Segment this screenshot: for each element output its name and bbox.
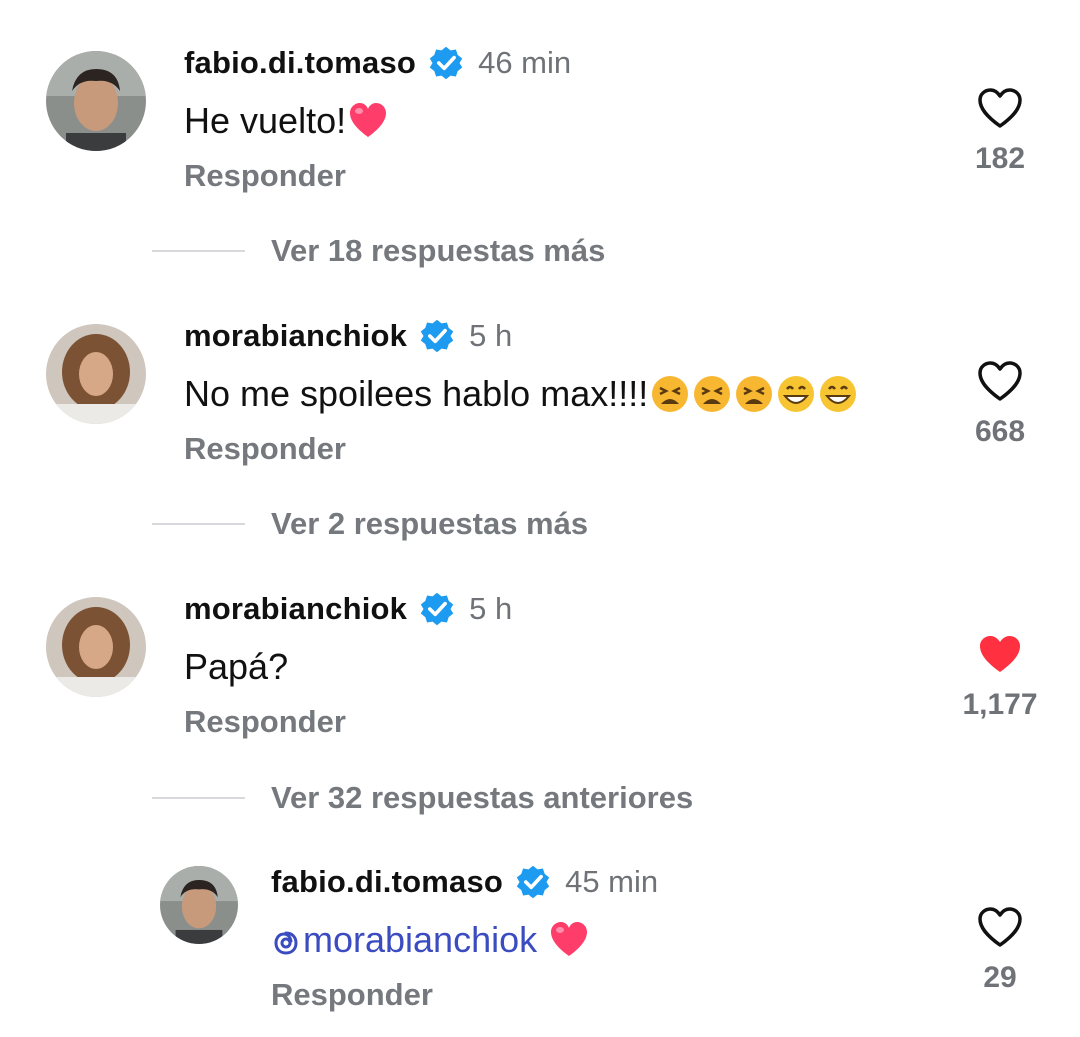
username[interactable]: morabianchiok: [184, 591, 407, 627]
comment-header: fabio.di.tomaso 45 min: [271, 862, 658, 902]
divider-line: [152, 523, 245, 525]
username[interactable]: fabio.di.tomaso: [184, 45, 416, 81]
comment-header: morabianchiok 5 h: [184, 589, 512, 629]
comment-text: Papá?: [184, 646, 288, 688]
timestamp: 5 h: [469, 591, 513, 626]
grinning-face-emoji-icon: [776, 374, 816, 414]
red-heart-emoji-icon: [549, 920, 589, 960]
like-control: 182: [955, 86, 1045, 176]
avatar[interactable]: [160, 866, 238, 944]
comment-text: morabianchiok: [271, 919, 589, 961]
comment-header: morabianchiok 5 h: [184, 316, 512, 356]
view-more-replies-label[interactable]: Ver 2 respuestas más: [271, 506, 588, 542]
grinning-face-emoji-icon: [818, 374, 858, 414]
avatar[interactable]: [46, 597, 146, 697]
view-previous-replies[interactable]: Ver 32 respuestas anteriores: [152, 780, 693, 816]
tired-face-emoji-icon: [692, 374, 732, 414]
comment-text-content: He vuelto!: [184, 100, 347, 141]
view-more-replies[interactable]: Ver 2 respuestas más: [152, 506, 588, 542]
verified-badge-icon: [428, 45, 464, 81]
reply-button[interactable]: Responder: [184, 431, 346, 467]
reply-button[interactable]: Responder: [184, 704, 346, 740]
like-count: 29: [983, 961, 1017, 994]
username[interactable]: morabianchiok: [184, 318, 407, 354]
verified-badge-icon: [515, 864, 551, 900]
comment-header: fabio.di.tomaso 46 min: [184, 43, 571, 83]
verified-badge-icon: [419, 591, 455, 627]
like-count: 182: [974, 142, 1026, 175]
reply-button[interactable]: Responder: [271, 977, 433, 1013]
timestamp: 45 min: [565, 864, 659, 899]
comment-text-content: Papá?: [184, 646, 289, 687]
heart-filled-icon[interactable]: [976, 632, 1024, 676]
view-previous-replies-label[interactable]: Ver 32 respuestas anteriores: [271, 780, 693, 816]
verified-badge-icon: [419, 318, 455, 354]
mention-link[interactable]: morabianchiok: [271, 919, 537, 961]
divider-line: [152, 250, 245, 252]
username[interactable]: fabio.di.tomaso: [271, 864, 503, 900]
heart-outline-icon[interactable]: [976, 359, 1024, 403]
view-more-replies[interactable]: Ver 18 respuestas más: [152, 233, 605, 269]
timestamp: 46 min: [478, 45, 572, 80]
tired-face-emoji-icon: [650, 374, 690, 414]
like-count: 668: [974, 415, 1026, 448]
comment-text: He vuelto!: [184, 100, 388, 142]
heart-outline-icon[interactable]: [976, 905, 1024, 949]
heart-outline-icon[interactable]: [976, 86, 1024, 130]
comment-text: No me spoilees hablo max!!!!: [184, 373, 858, 415]
like-control: 668: [955, 359, 1045, 449]
avatar[interactable]: [46, 51, 146, 151]
threads-icon: [271, 925, 301, 955]
like-control: 29: [955, 905, 1045, 995]
reply-button[interactable]: Responder: [184, 158, 346, 194]
comment-text-content: No me spoilees hablo max!!!!: [184, 373, 649, 414]
mention-username[interactable]: morabianchiok: [303, 919, 537, 961]
tired-face-emoji-icon: [734, 374, 774, 414]
red-heart-emoji-icon: [348, 101, 388, 141]
like-control: 1,177: [955, 632, 1045, 722]
view-more-replies-label[interactable]: Ver 18 respuestas más: [271, 233, 605, 269]
avatar[interactable]: [46, 324, 146, 424]
like-count: 1,177: [962, 688, 1038, 721]
divider-line: [152, 797, 245, 799]
timestamp: 5 h: [469, 318, 513, 353]
